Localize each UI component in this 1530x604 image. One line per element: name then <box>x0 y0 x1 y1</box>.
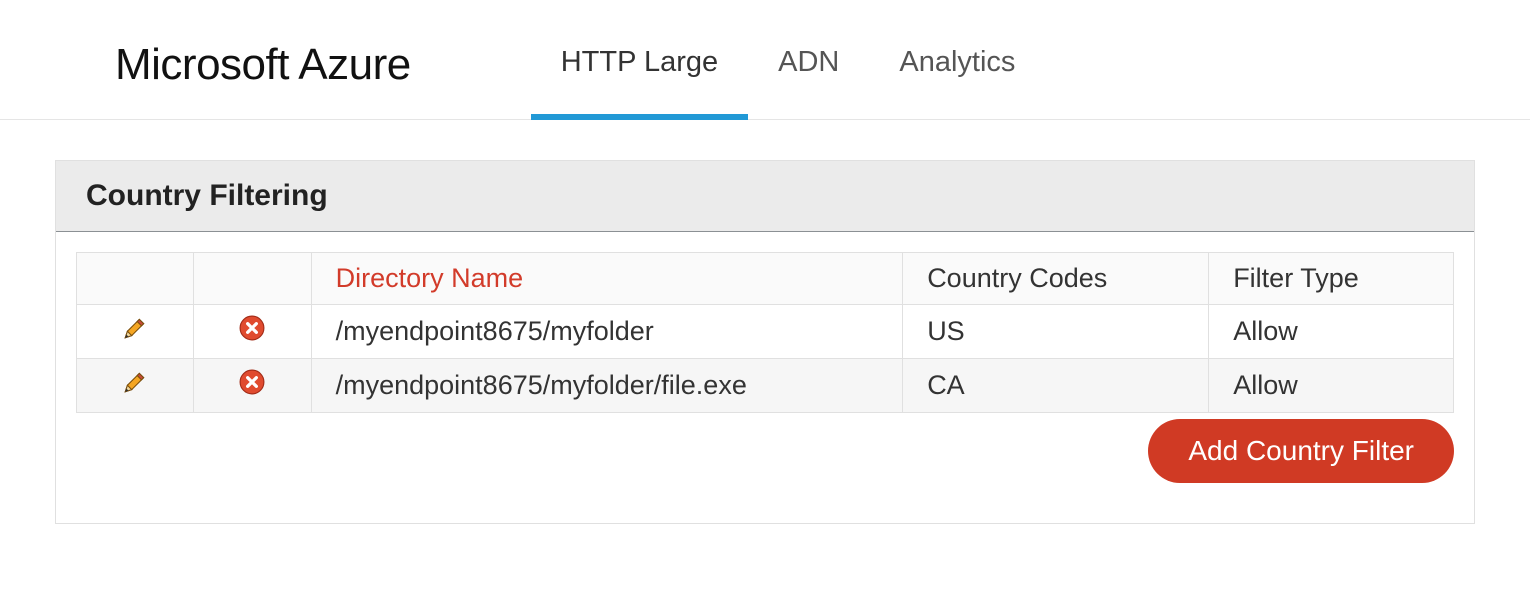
filter-table: Directory Name Country Codes Filter Type <box>76 252 1454 413</box>
tab-adn[interactable]: ADN <box>748 10 869 120</box>
add-button-container: Add Country Filter <box>76 419 1454 483</box>
brand-logo: Microsoft Azure <box>115 40 411 90</box>
edit-button[interactable] <box>122 315 148 341</box>
edit-button[interactable] <box>122 369 148 395</box>
tab-analytics[interactable]: Analytics <box>869 10 1045 120</box>
table-row: /myendpoint8675/myfolder US Allow <box>77 305 1454 359</box>
tab-list: HTTP Large ADN Analytics <box>531 10 1046 119</box>
top-navigation: Microsoft Azure HTTP Large ADN Analytics <box>0 0 1530 120</box>
cell-filter-type: Allow <box>1209 305 1454 359</box>
delete-button[interactable] <box>239 315 265 341</box>
column-header-edit <box>77 253 194 305</box>
cell-directory-name: /myendpoint8675/myfolder <box>311 305 903 359</box>
pencil-icon <box>122 369 148 395</box>
panel-body: Directory Name Country Codes Filter Type <box>56 232 1474 523</box>
cell-country-codes: CA <box>903 359 1209 413</box>
pencil-icon <box>122 315 148 341</box>
cell-filter-type: Allow <box>1209 359 1454 413</box>
delete-button[interactable] <box>239 369 265 395</box>
country-filtering-panel: Country Filtering Directory Name Country… <box>55 160 1475 524</box>
tab-label: ADN <box>778 46 839 79</box>
column-header-directory-name[interactable]: Directory Name <box>311 253 903 305</box>
delete-icon <box>239 369 265 395</box>
cell-country-codes: US <box>903 305 1209 359</box>
panel-header: Country Filtering <box>56 161 1474 232</box>
tab-label: HTTP Large <box>561 46 718 79</box>
column-header-filter-type[interactable]: Filter Type <box>1209 253 1454 305</box>
add-country-filter-button[interactable]: Add Country Filter <box>1148 419 1454 483</box>
tab-label: Analytics <box>899 46 1015 79</box>
column-header-delete <box>194 253 311 305</box>
tab-http-large[interactable]: HTTP Large <box>531 10 748 120</box>
panel-title: Country Filtering <box>86 179 1444 213</box>
table-row: /myendpoint8675/myfolder/file.exe CA All… <box>77 359 1454 413</box>
cell-directory-name: /myendpoint8675/myfolder/file.exe <box>311 359 903 413</box>
delete-icon <box>239 315 265 341</box>
column-header-country-codes[interactable]: Country Codes <box>903 253 1209 305</box>
